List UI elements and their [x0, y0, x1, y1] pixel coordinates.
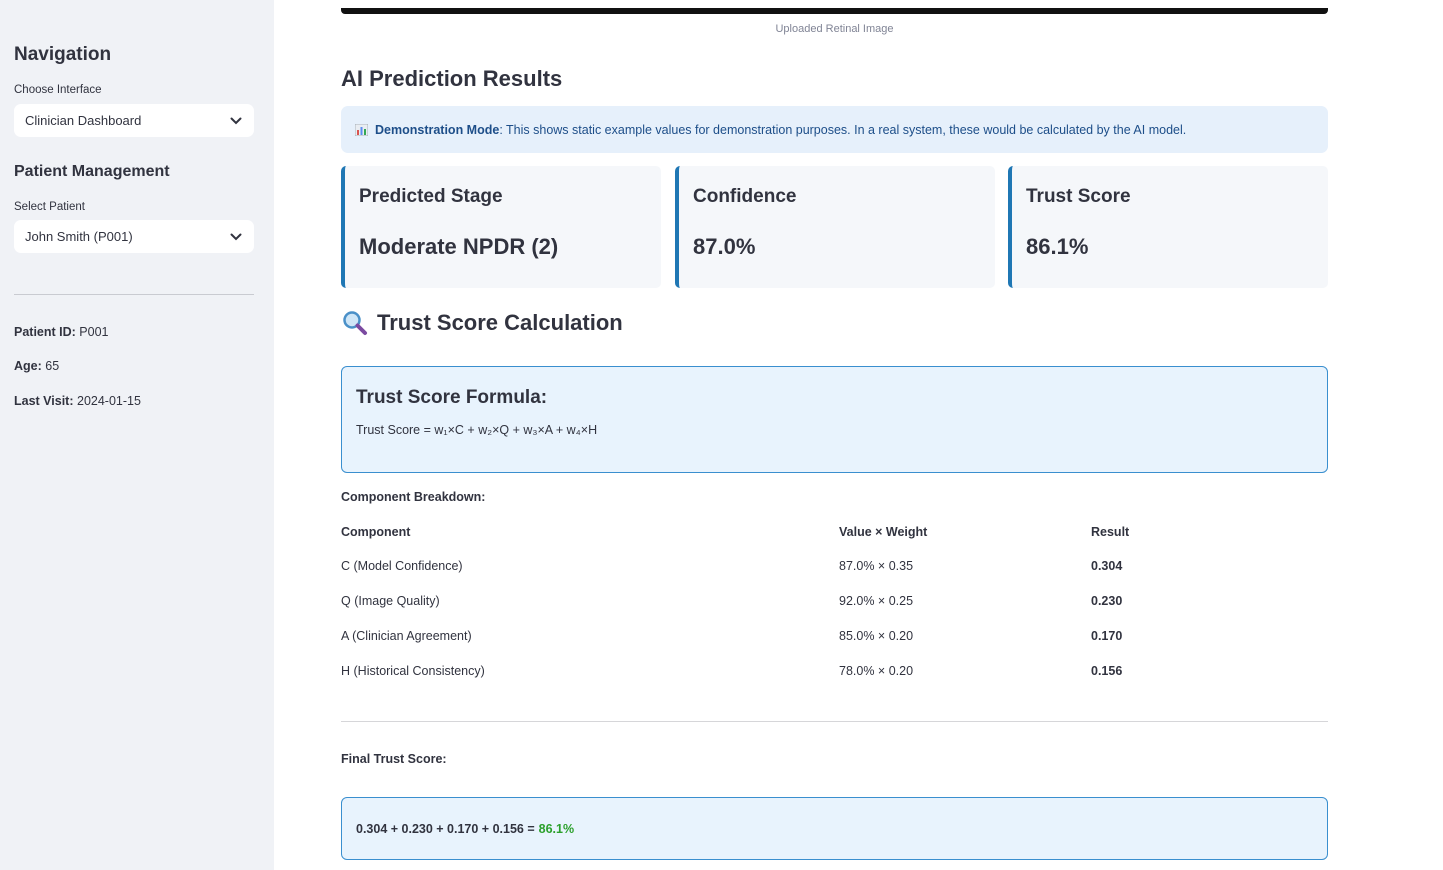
metric-label: Predicted Stage: [359, 186, 503, 207]
breakdown-table: Component Value × Weight Result C (Model…: [341, 515, 1328, 688]
column-header: Value × Weight: [839, 524, 928, 539]
table-cell: A (Clinician Agreement): [341, 628, 472, 643]
formula-text: Trust Score = w₁×C + w₂×Q + w₃×A + w₄×H: [356, 423, 598, 437]
table-cell: 0.156: [1091, 663, 1123, 678]
table-cell: 85.0% × 0.20: [839, 628, 914, 643]
final-trust-label: Final Trust Score:: [341, 752, 447, 766]
metric-value: 86.1%: [1026, 234, 1089, 259]
results-heading: AI Prediction Results: [341, 66, 563, 91]
choose-interface-label: Choose Interface: [14, 84, 102, 96]
demo-mode-text: : This shows static example values for d…: [499, 122, 1187, 137]
patient-select-value: John Smith (P001): [25, 229, 133, 244]
metric-label: Trust Score: [1026, 186, 1131, 207]
retinal-image: [341, 8, 1328, 14]
demo-mode-label: Demonstration Mode: [375, 122, 500, 137]
last-visit-value: 2024-01-15: [77, 394, 141, 408]
table-cell: 0.170: [1091, 628, 1123, 643]
metric-value: 87.0%: [693, 234, 756, 259]
main-content: Uploaded Retinal Image AI Prediction Res…: [274, 0, 1443, 870]
table-cell: H (Historical Consistency): [341, 663, 485, 678]
chevron-down-icon: [229, 114, 243, 128]
table-row: H (Historical Consistency) 78.0% × 0.20 …: [341, 653, 1328, 688]
column-header: Result: [1091, 524, 1130, 539]
sidebar: Navigation Choose Interface Clinician Da…: [0, 0, 274, 870]
breakdown-label: Component Breakdown:: [341, 490, 486, 504]
table-cell: 87.0% × 0.35: [839, 558, 914, 573]
bar-chart-icon: [354, 123, 369, 136]
table-row: A (Clinician Agreement) 85.0% × 0.20 0.1…: [341, 618, 1328, 653]
age-label: Age:: [14, 359, 42, 373]
demo-mode-alert: Demonstration Mode: This shows static ex…: [341, 106, 1328, 153]
table-header-row: Component Value × Weight Result: [341, 515, 1328, 548]
last-visit-label: Last Visit:: [14, 394, 74, 408]
final-trust-box: 0.304 + 0.230 + 0.170 + 0.156 = 86.1%: [341, 797, 1328, 860]
age-info: Age: 65: [14, 359, 59, 373]
formula-box: Trust Score Formula: Trust Score = w₁×C …: [341, 366, 1328, 473]
chevron-down-icon: [229, 230, 243, 244]
table-cell: 92.0% × 0.25: [839, 593, 914, 608]
metric-value: Moderate NPDR (2): [359, 234, 559, 259]
column-header: Component: [341, 524, 411, 539]
age-value: 65: [45, 359, 60, 373]
table-row: C (Model Confidence) 87.0% × 0.35 0.304: [341, 548, 1328, 583]
table-cell: 78.0% × 0.20: [839, 663, 914, 678]
trust-score-heading: Trust Score Calculation: [341, 310, 623, 336]
interface-select[interactable]: Clinician Dashboard: [14, 104, 254, 137]
table-row: Q (Image Quality) 92.0% × 0.25 0.230: [341, 583, 1328, 618]
metric-label: Confidence: [693, 186, 797, 207]
patient-id-info: Patient ID: P001: [14, 325, 109, 339]
sidebar-divider: [14, 294, 254, 295]
navigation-heading: Navigation: [14, 44, 112, 65]
patient-id-value: P001: [79, 325, 109, 339]
table-cell: Q (Image Quality): [341, 593, 440, 608]
magnifier-icon: [341, 310, 369, 336]
patient-select[interactable]: John Smith (P001): [14, 220, 254, 253]
interface-select-value: Clinician Dashboard: [25, 113, 142, 128]
patient-management-heading: Patient Management: [14, 163, 170, 180]
final-trust-value: 86.1%: [538, 821, 575, 836]
metric-predicted-stage: Predicted Stage Moderate NPDR (2): [341, 166, 661, 288]
select-patient-label: Select Patient: [14, 201, 85, 213]
formula-title: Trust Score Formula:: [356, 387, 548, 408]
trust-score-heading-text: Trust Score Calculation: [377, 310, 623, 335]
metric-trust-score: Trust Score 86.1%: [1008, 166, 1328, 288]
table-cell: 0.304: [1091, 558, 1123, 573]
patient-id-label: Patient ID:: [14, 325, 76, 339]
table-cell: C (Model Confidence): [341, 558, 463, 573]
table-cell: 0.230: [1091, 593, 1123, 608]
final-sum: 0.304 + 0.230 + 0.170 + 0.156 =: [356, 821, 535, 836]
section-divider: [341, 721, 1328, 722]
image-caption: Uploaded Retinal Image: [775, 23, 894, 35]
metric-confidence: Confidence 87.0%: [675, 166, 995, 288]
last-visit-info: Last Visit: 2024-01-15: [14, 394, 141, 408]
